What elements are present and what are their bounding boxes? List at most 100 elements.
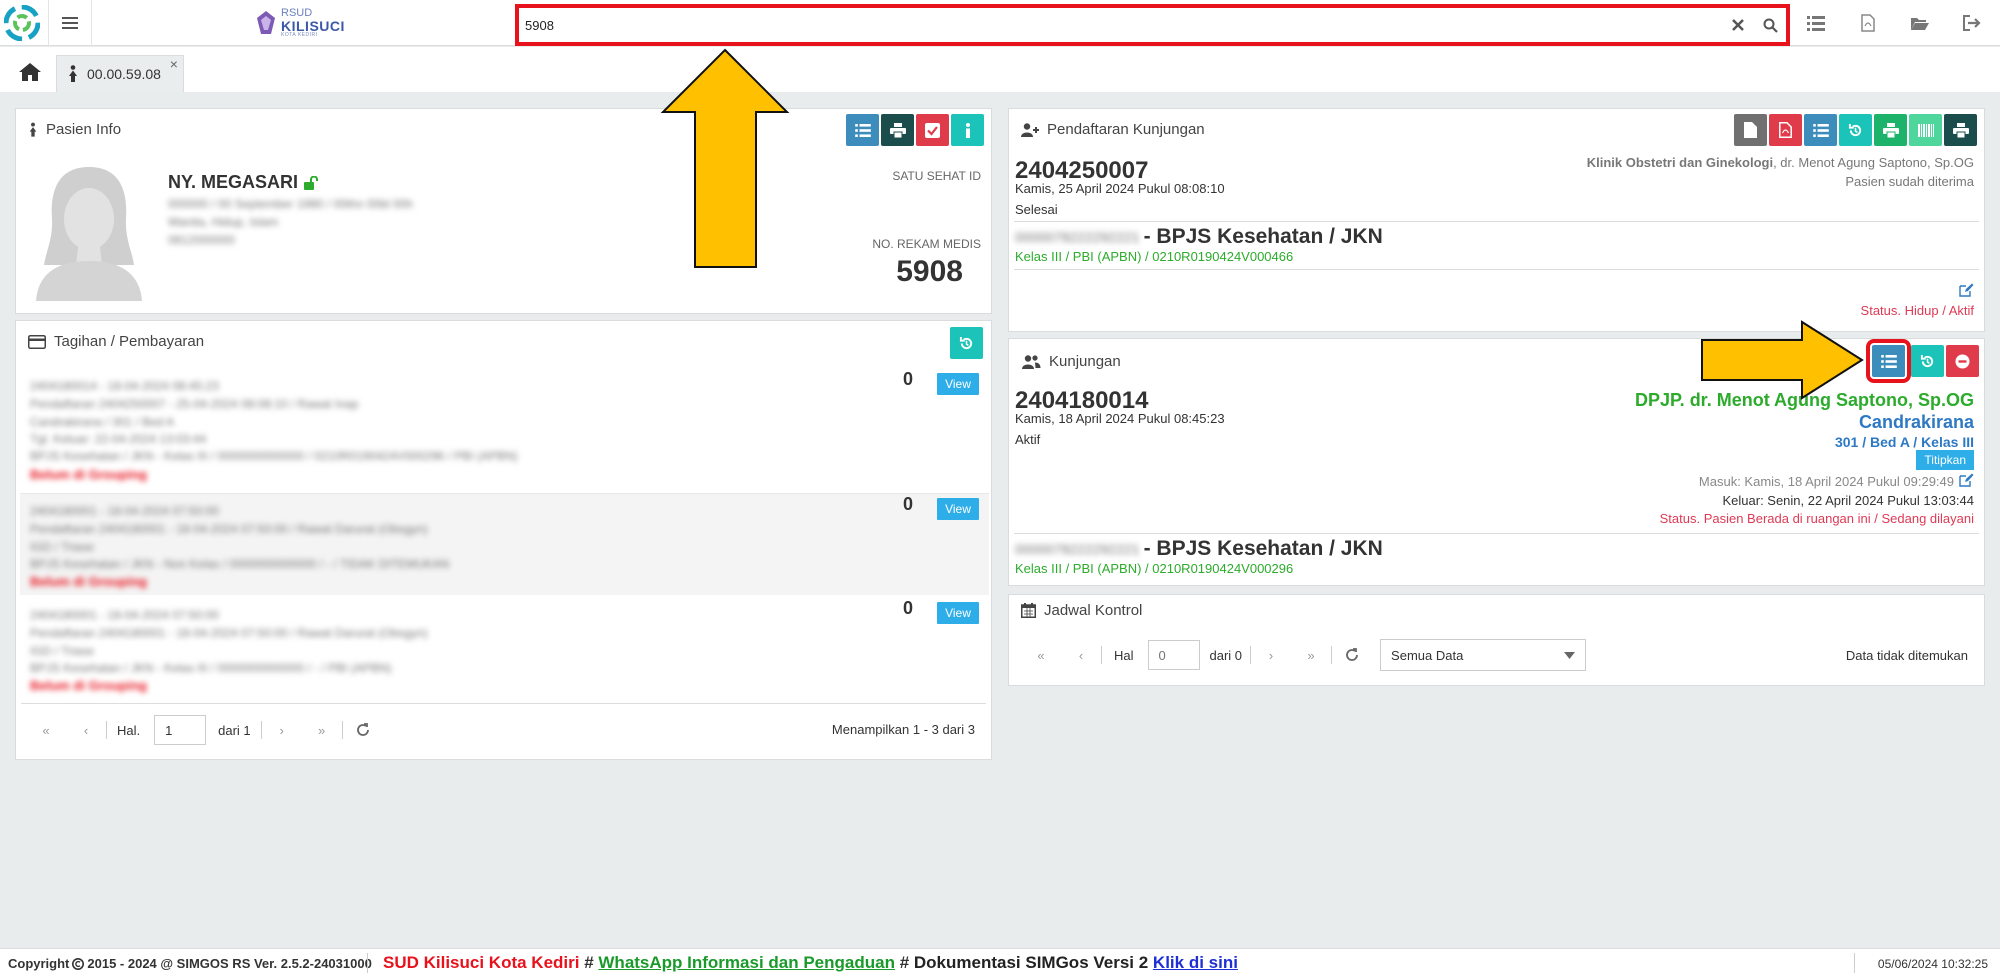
first-page-button[interactable]: « (26, 715, 66, 745)
print-button[interactable] (1874, 114, 1907, 146)
insurance-class: Kelas III / PBI (APBN) / 0210R0190424V00… (1015, 249, 1294, 264)
insurance-row: 0000078222292221 - BPJS Kesehatan / JKN (1015, 225, 1383, 249)
list-icon (1807, 15, 1825, 31)
prev-page-button[interactable]: ‹ (1061, 640, 1101, 670)
list-button[interactable] (1804, 114, 1837, 146)
page-input[interactable] (1147, 640, 1200, 670)
barcode-button[interactable] (1909, 114, 1942, 146)
next-page-button[interactable]: › (262, 715, 302, 745)
masuk-time: Masuk: Kamis, 18 April 2024 Pukul 09:29:… (1698, 474, 1954, 489)
page-input[interactable] (154, 715, 207, 745)
view-button[interactable]: View (937, 602, 979, 624)
insurer-name: - BPJS Kesehatan / JKN (1143, 225, 1383, 248)
print-icon (889, 122, 906, 138)
billing-line: 2404180014 - 18-04-2024 08:45:23 (30, 379, 219, 393)
unlock-icon[interactable] (304, 175, 320, 190)
document-button[interactable] (1734, 114, 1767, 146)
billing-amount: 0 (903, 494, 914, 514)
pdf-button[interactable] (1843, 0, 1893, 46)
history-icon (1848, 123, 1862, 136)
search-input[interactable] (519, 8, 1722, 42)
insurer-name: - BPJS Kesehatan / JKN (1143, 537, 1383, 560)
print-button[interactable] (1944, 114, 1977, 146)
panel-title-text: Kunjungan (1049, 353, 1121, 370)
tagihan-history-button[interactable] (950, 327, 983, 359)
female-person-icon (29, 122, 37, 137)
view-button[interactable]: View (937, 498, 979, 520)
refresh-button[interactable] (1332, 640, 1372, 670)
history-button[interactable] (1839, 114, 1872, 146)
pdf-file-icon (1861, 14, 1875, 32)
history-button[interactable] (1911, 345, 1944, 377)
billing-line: Tgl. Keluar: 22-04-2024 13:03:44 (30, 432, 207, 446)
divider (1101, 646, 1102, 664)
pasien-info-actions (846, 114, 984, 146)
patient-detail-1: 000000 / 00 September 1980 / 00thn 00bl … (168, 197, 413, 211)
checklist-button[interactable] (916, 114, 949, 146)
next-page-button[interactable]: › (1251, 640, 1291, 670)
last-page-button[interactable]: » (1291, 640, 1331, 670)
kunjungan-actions (1866, 339, 1979, 383)
list-button[interactable] (1791, 0, 1841, 46)
kunjungan-title: Kunjungan (1021, 353, 1121, 370)
footer: Copyright 2015 - 2024 @ SIMGOS RS Ver. 2… (0, 948, 2000, 977)
folder-open-icon (1911, 17, 1929, 30)
history-icon (1920, 354, 1934, 367)
kunjungan-panel: Kunjungan 2404180014 Kamis, 18 April 202… (1008, 338, 1985, 586)
last-page-button[interactable]: » (302, 715, 342, 745)
edit-icon[interactable] (1959, 283, 1974, 297)
divider (21, 703, 986, 704)
filter-select[interactable]: Semua Data (1380, 639, 1587, 671)
patient-name: NY. MEGASARI (168, 172, 299, 192)
tagihan-panel: Tagihan / Pembayaran 2404180014 - 18-04-… (15, 320, 992, 760)
app-logo[interactable] (0, 0, 44, 46)
hospital-logo: RSUD KILISUCI KOTA KEDIRI (255, 6, 345, 40)
jadwal-title: Jadwal Kontrol (1021, 602, 1142, 619)
panel-title-text: Pasien Info (46, 121, 122, 138)
search-button[interactable] (1754, 8, 1786, 42)
menu-toggle-button[interactable] (48, 0, 92, 46)
prev-page-button[interactable]: ‹ (66, 715, 106, 745)
dpjp-doctor: DPJP. dr. Menot Agung Saptono, Sp.OG (1634, 390, 1974, 410)
female-person-icon (69, 65, 77, 82)
view-button[interactable]: View (937, 373, 979, 395)
edit-icon[interactable] (1959, 473, 1974, 487)
cancel-visit-button[interactable] (1946, 345, 1979, 377)
pendaftaran-title: Pendaftaran Kunjungan (1021, 121, 1205, 138)
avatar (28, 161, 150, 301)
room-status: Status. Pasien Berada di ruangan ini / S… (1659, 511, 1974, 526)
clinic-line: Klinik Obstetri dan Ginekologi, dr. Meno… (1587, 155, 1974, 170)
home-tab[interactable] (10, 57, 50, 87)
pager-summary: Menampilkan 1 - 3 dari 3 (831, 722, 975, 737)
logout-button[interactable] (1947, 0, 1997, 46)
list-button[interactable] (846, 114, 879, 146)
refresh-button[interactable] (343, 715, 383, 745)
tab-patient[interactable]: 00.00.59.08 × (56, 55, 184, 92)
billing-line: IGD / Triase (30, 540, 95, 554)
list-item: 2404180001 - 18-04-2024 07:50:00 Pendaft… (20, 598, 989, 698)
titipkan-button[interactable]: Titipkan (1916, 450, 1974, 470)
tagihan-title: Tagihan / Pembayaran (28, 333, 204, 350)
tab-close-button[interactable]: × (170, 56, 178, 72)
jadwal-panel: Jadwal Kontrol « ‹ Hal dari 0 › » Semua … (1008, 594, 1985, 686)
billing-status: Belum di Grouping (30, 467, 147, 482)
panel-title-text: Tagihan / Pembayaran (54, 333, 205, 350)
whatsapp-link[interactable]: WhatsApp Informasi dan Pengaduan (598, 953, 895, 972)
pdf-button[interactable] (1769, 114, 1802, 146)
print-button[interactable] (881, 114, 914, 146)
first-page-button[interactable]: « (1021, 640, 1061, 670)
kunjungan-list-button[interactable] (1866, 339, 1911, 383)
list-icon (854, 123, 871, 137)
divider (1014, 269, 1979, 270)
home-icon (19, 63, 41, 81)
info-button[interactable] (951, 114, 984, 146)
documentation-link[interactable]: Klik di sini (1153, 953, 1238, 972)
billing-line: Pendaftaran 2404250007 - 25-04-2024 08:0… (30, 397, 359, 411)
documentation-text: Dokumentasi SIMGos Versi 2 (913, 953, 1153, 972)
open-folder-button[interactable] (1895, 0, 1945, 46)
calendar-icon (1021, 603, 1036, 618)
clear-search-button[interactable] (1722, 8, 1754, 42)
divider (1014, 533, 1979, 534)
billing-line: 2404180001 - 18-04-2024 07:50:00 (30, 608, 219, 622)
filter-select-value: Semua Data (1391, 647, 1464, 663)
